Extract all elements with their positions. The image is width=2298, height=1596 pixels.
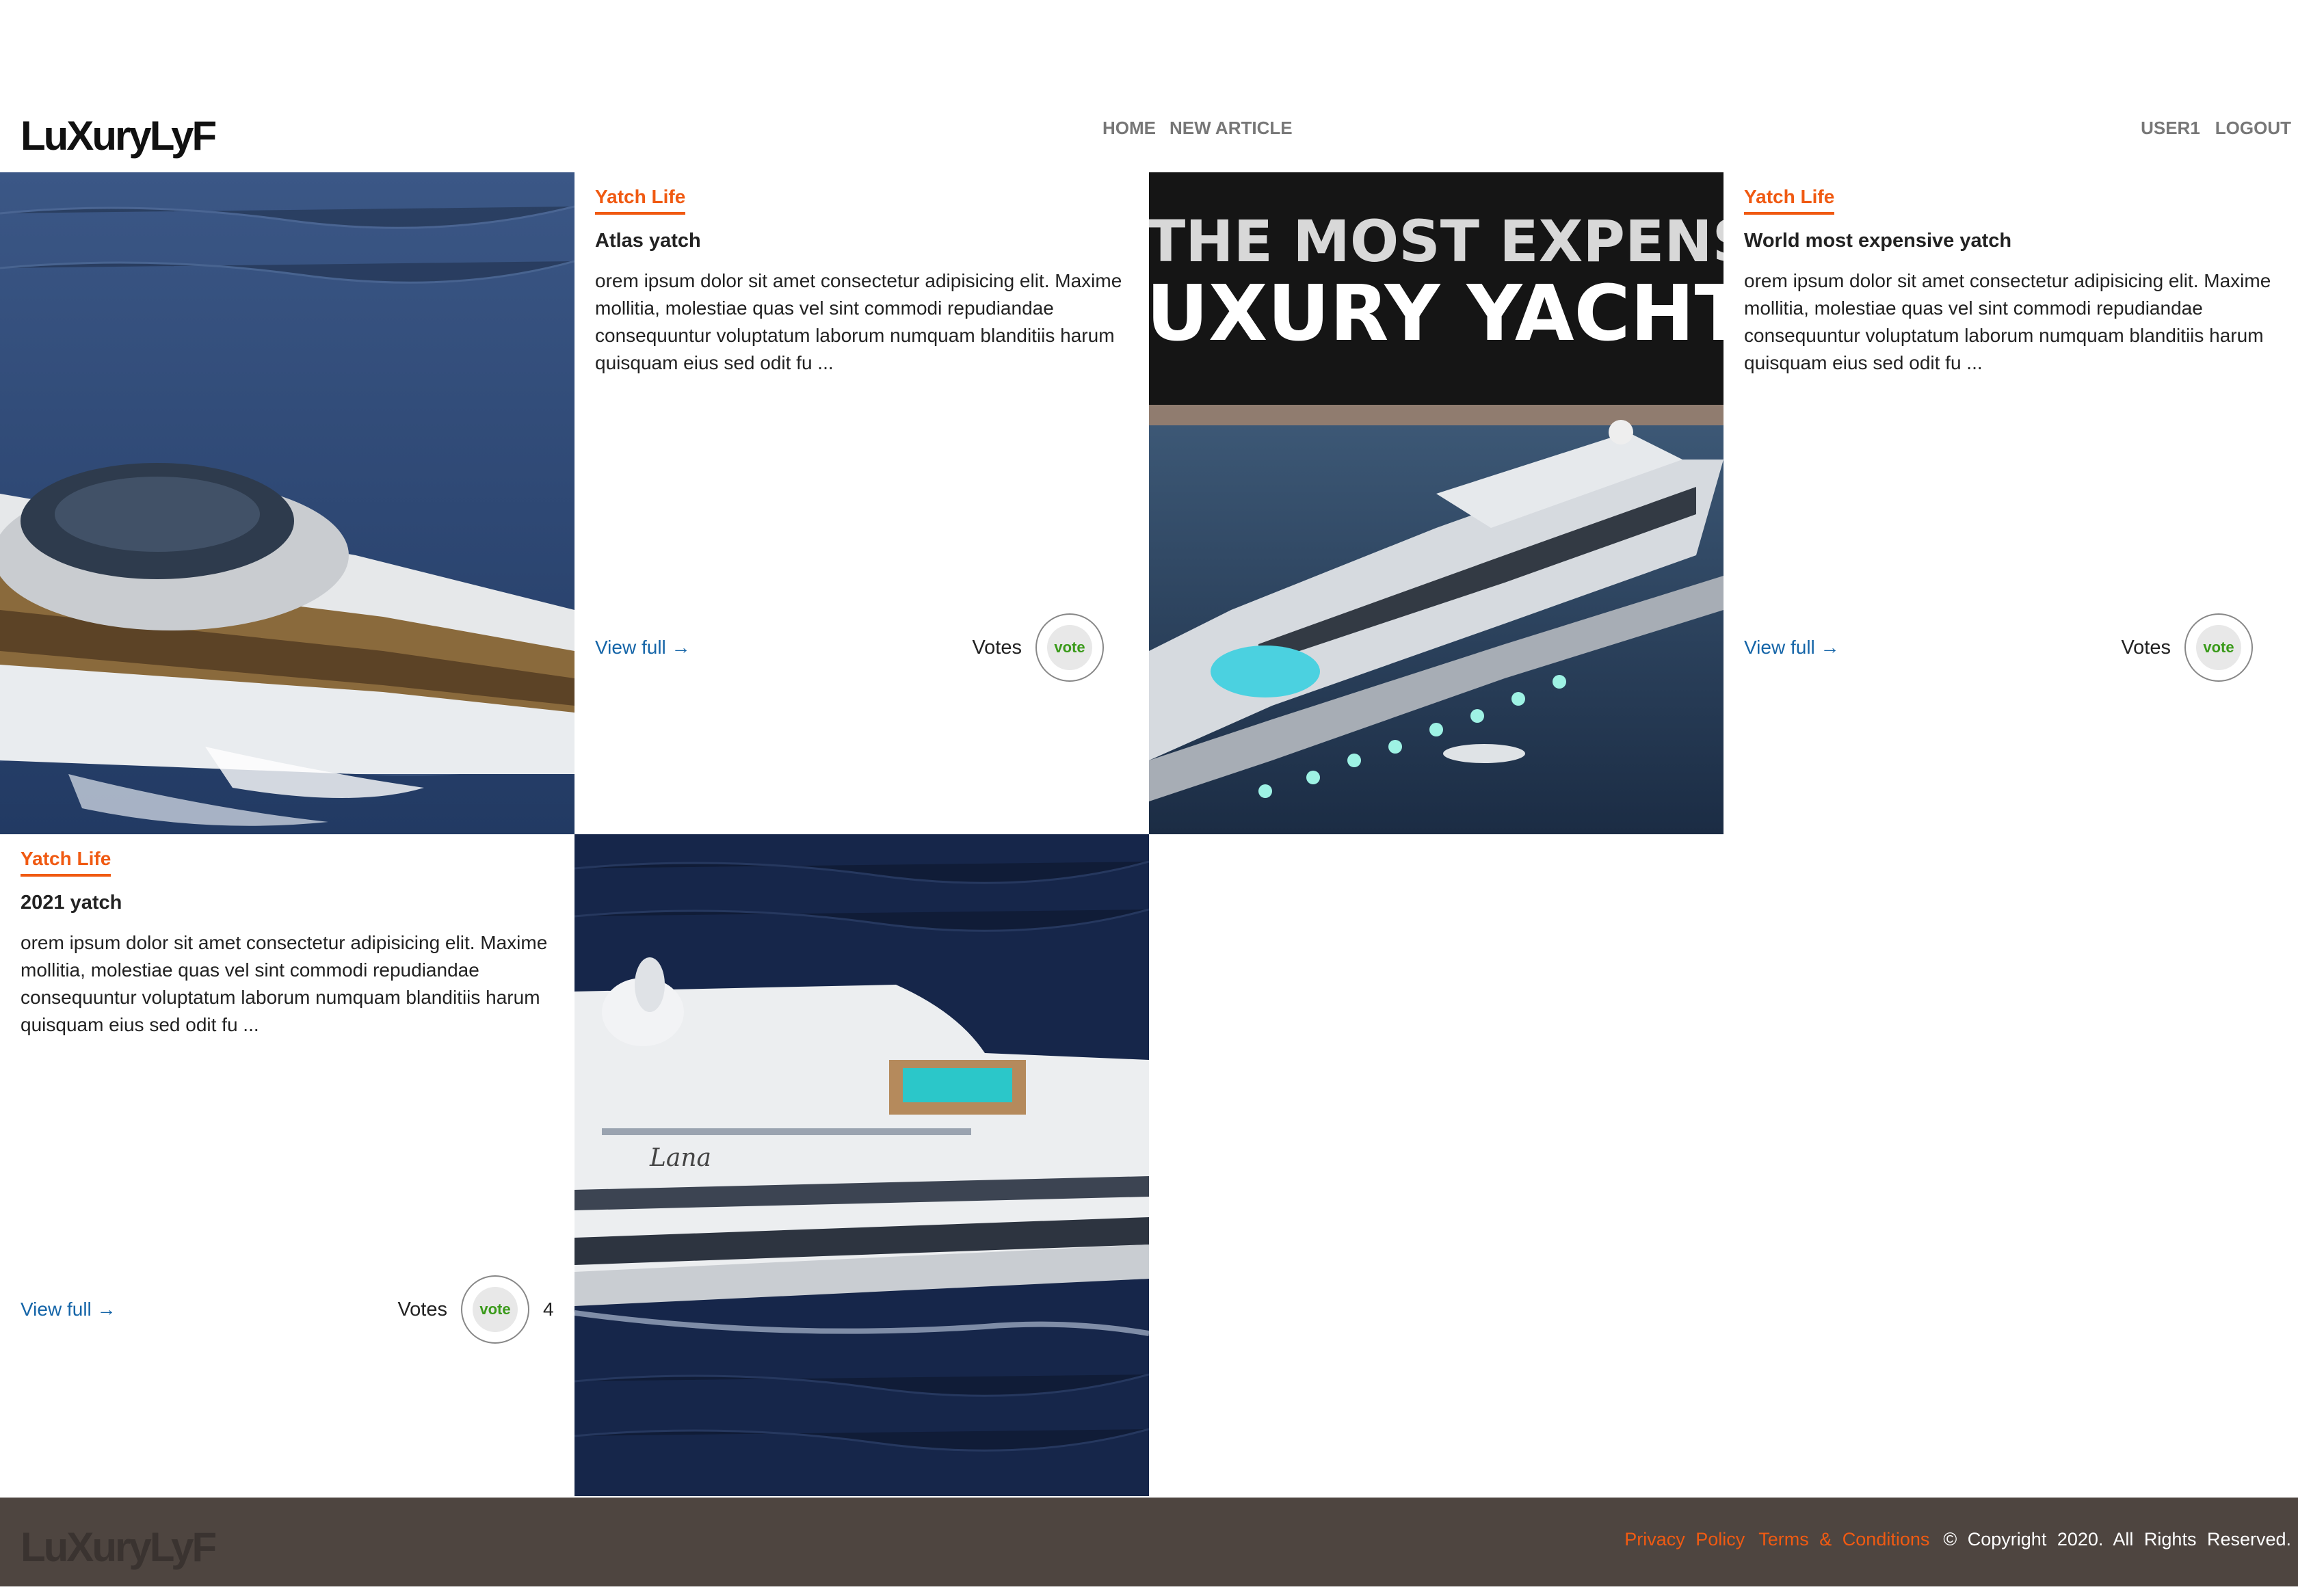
footer-logo[interactable]: LuXuryLyF [21,1524,217,1571]
vote-button[interactable]: vote [2184,613,2253,682]
article-card-atlas: Yatch Life Atlas yatch orem ipsum dolor … [574,172,1149,834]
article-excerpt: orem ipsum dolor sit amet consectetur ad… [595,270,1122,373]
main-nav: HOME NEW ARTICLE [1102,118,1293,139]
votes-section: Votes vote 4 [397,1275,554,1344]
vote-button-label: vote [2196,625,2241,670]
nav-new-article-link[interactable]: NEW ARTICLE [1170,118,1293,139]
article-image-atlas[interactable] [0,172,574,834]
votes-section: Votes vote [2121,613,2277,682]
article-category-link[interactable]: Yatch Life [1744,186,1835,215]
vote-button-label: vote [1047,625,1092,670]
article-footer: View full → Votes vote 4 [21,1275,554,1344]
article-excerpt: orem ipsum dolor sit amet consectetur ad… [1744,270,2271,373]
article-image-expensive[interactable]: THE MOST EXPENSIVE UXURY YACHT [1149,172,1724,834]
site-logo[interactable]: LuXuryLyF [21,112,217,159]
article-category-link[interactable]: Yatch Life [21,848,111,877]
article-title: 2021 yatch [21,892,122,914]
article-excerpt: orem ipsum dolor sit amet consectetur ad… [21,932,548,1035]
terms-link[interactable]: Terms & Conditions [1758,1529,1929,1550]
votes-label: Votes [397,1298,447,1320]
privacy-policy-link[interactable]: Privacy Policy [1624,1529,1745,1550]
nav-user-link[interactable]: USER1 [2141,118,2200,139]
article-category-link[interactable]: Yatch Life [595,186,686,215]
vote-button[interactable]: vote [1035,613,1104,682]
vote-count: 4 [543,1299,554,1320]
article-card-expensive: Yatch Life World most expensive yatch or… [1724,172,2298,834]
article-image-2021[interactable]: Lana [574,834,1149,1496]
article-title: World most expensive yatch [1744,230,2012,252]
vote-button[interactable]: vote [461,1275,529,1344]
article-footer: View full → Votes vote [595,613,1128,682]
site-footer: LuXuryLyF Privacy Policy Terms & Conditi… [0,1498,2298,1586]
vote-button-label: vote [473,1287,518,1332]
view-full-link[interactable]: View full → [21,1299,116,1320]
article-title: Atlas yatch [595,230,701,252]
image-headline-line2: UXURY YACHT [1149,269,1724,358]
view-full-link[interactable]: View full → [595,637,691,659]
votes-label: Votes [2121,636,2171,659]
nav-logout-link[interactable]: LOGOUT [2215,118,2291,139]
copyright-text: © Copyright 2020. All Rights Reserved. [1943,1529,2291,1550]
view-full-link[interactable]: View full → [1744,637,1840,659]
votes-label: Votes [972,636,1022,659]
nav-home-link[interactable]: HOME [1102,118,1156,139]
article-card-2021: Yatch Life 2021 yatch orem ipsum dolor s… [0,834,574,1496]
votes-section: Votes vote [972,613,1128,682]
site-header: LuXuryLyF HOME NEW ARTICLE USER1 LOGOUT [0,103,2298,172]
image-headline-line1: THE MOST EXPENSIVE [1149,208,1724,275]
user-nav: USER1 LOGOUT [2141,118,2291,139]
footer-links: Privacy Policy Terms & Conditions © Copy… [1624,1529,2291,1550]
image-yacht-name: Lana [649,1144,711,1172]
article-footer: View full → Votes vote [1744,613,2277,682]
